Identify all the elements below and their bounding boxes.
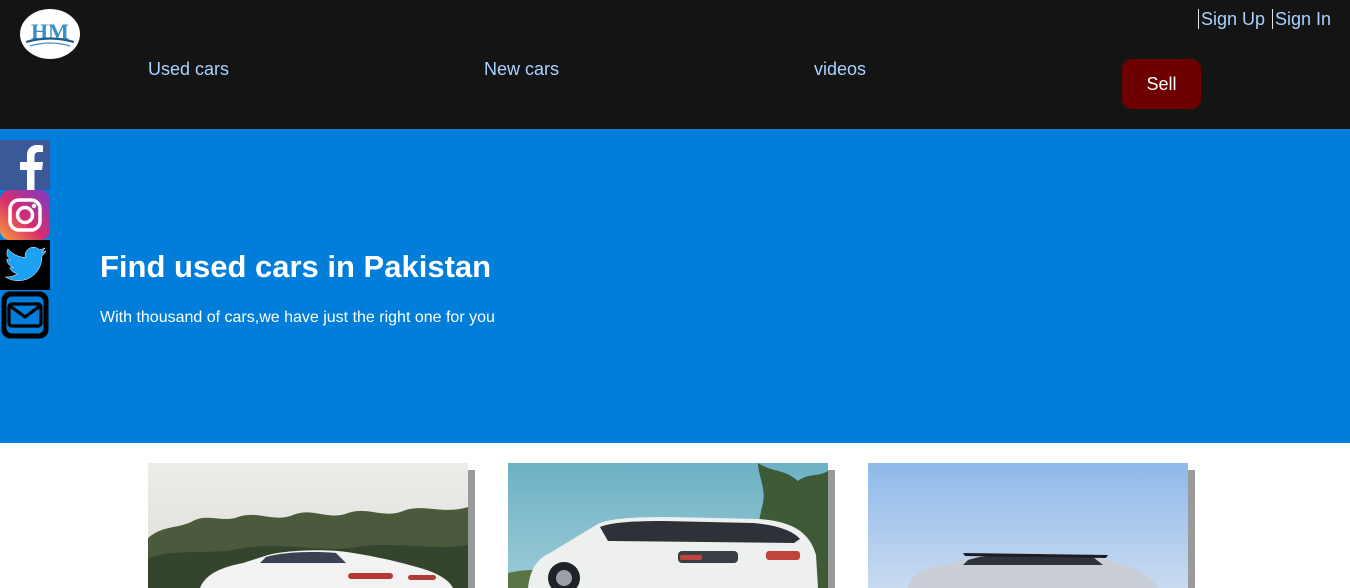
hero-title: Find used cars in Pakistan (100, 249, 492, 284)
twitter-icon[interactable] (0, 240, 50, 290)
logo-icon: HM (25, 19, 75, 47)
hero-subtitle: With thousand of cars,we have just the r… (100, 309, 495, 326)
sell-button[interactable]: Sell (1122, 59, 1201, 109)
hero-banner: Find used cars in Pakistan With thousand… (0, 129, 1350, 443)
instagram-icon[interactable] (0, 190, 50, 240)
mail-icon[interactable] (0, 290, 50, 340)
nav-used-cars[interactable]: Used cars (148, 59, 229, 79)
site-logo[interactable]: HM (20, 9, 80, 59)
white-suv-photo (508, 463, 828, 588)
silver-crossover-photo (868, 463, 1188, 588)
car-card-silver-crossover[interactable] (868, 463, 1188, 588)
car-card-white-suv[interactable] (508, 463, 828, 588)
nav-new-cars[interactable]: New cars (484, 59, 559, 79)
facebook-icon[interactable] (0, 140, 50, 190)
car-card-white-sedan[interactable] (148, 463, 468, 588)
sign-up-link[interactable]: Sign Up (1198, 9, 1265, 29)
white-sedan-photo (148, 463, 468, 588)
header: HM Sign Up Sign In Used cars New cars vi… (0, 0, 1350, 129)
nav-videos[interactable]: videos (814, 59, 866, 79)
sign-in-link[interactable]: Sign In (1272, 9, 1331, 29)
